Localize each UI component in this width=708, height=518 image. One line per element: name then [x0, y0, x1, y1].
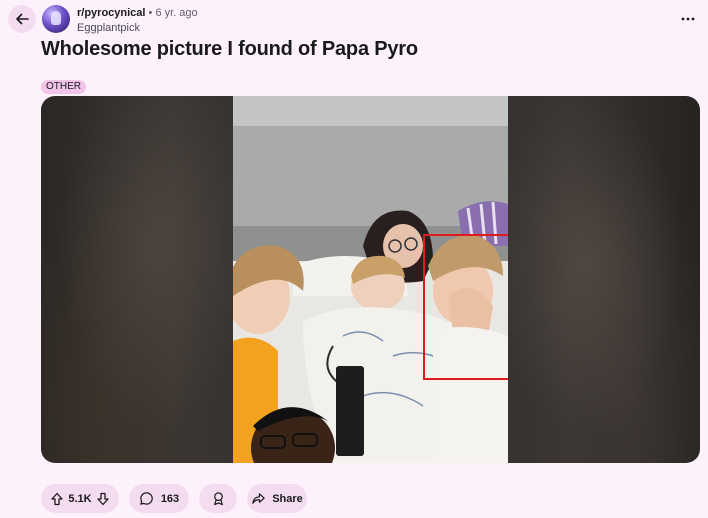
- arrow-left-icon: [14, 11, 30, 27]
- speech-bubble-icon: [139, 491, 154, 506]
- downvote-button[interactable]: [93, 489, 113, 509]
- post-title: Wholesome picture I found of Papa Pyro: [41, 38, 418, 60]
- share-arrow-icon: [251, 491, 266, 506]
- vote-score: 5.1K: [68, 492, 92, 505]
- award-button[interactable]: [199, 484, 237, 513]
- comments-button[interactable]: 163: [129, 484, 189, 513]
- ellipsis-icon: [681, 17, 695, 21]
- more-options-button[interactable]: [678, 10, 698, 28]
- arrow-up-icon: [50, 492, 64, 506]
- image-blur-left: [41, 96, 233, 463]
- vote-control: 5.1K: [41, 484, 119, 513]
- share-label: Share: [272, 492, 303, 505]
- subreddit-link[interactable]: r/pyrocynical: [77, 7, 145, 19]
- post-meta: r/pyrocynical • 6 yr. ago: [77, 6, 198, 20]
- share-button[interactable]: Share: [247, 484, 307, 513]
- highlight-box: [423, 234, 508, 380]
- author-link[interactable]: Eggplantpick: [77, 21, 140, 35]
- award-icon: [211, 491, 226, 506]
- image-blur-right: [508, 96, 700, 463]
- separator-dot: •: [148, 7, 153, 19]
- post-image[interactable]: [41, 96, 700, 463]
- comment-count: 163: [160, 492, 180, 505]
- post-actions: 5.1K 163 Share: [41, 484, 307, 513]
- post-flair[interactable]: OTHER: [41, 80, 86, 94]
- subreddit-avatar[interactable]: [42, 5, 70, 33]
- arrow-down-icon: [96, 492, 110, 506]
- post-time: 6 yr. ago: [155, 7, 198, 19]
- back-button[interactable]: [8, 5, 36, 33]
- upvote-button[interactable]: [47, 489, 67, 509]
- group-selfie-photo: [233, 96, 508, 463]
